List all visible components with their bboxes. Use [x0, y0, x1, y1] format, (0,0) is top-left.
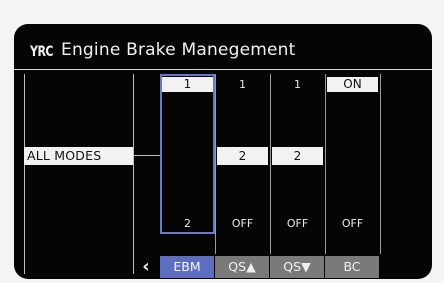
tab-qs-up[interactable]: QS▲ — [215, 256, 269, 278]
mode-connector — [133, 155, 160, 156]
bc-bottom-value[interactable]: OFF — [327, 216, 378, 231]
display-screen: YRC Engine Brake Manegement ALL MODES 1 … — [14, 24, 432, 279]
page-title: Engine Brake Manegement — [61, 40, 296, 60]
mode-rail — [133, 74, 134, 274]
column-divider — [270, 74, 271, 254]
header: YRC Engine Brake Manegement — [30, 40, 295, 60]
function-tabs: EBM QS▲ QS▼ BC — [160, 256, 380, 278]
qs-up-top-value[interactable]: 1 — [217, 77, 268, 92]
qs-down-bottom-value[interactable]: OFF — [272, 216, 323, 231]
yrc-logo: YRC — [30, 43, 54, 60]
chevron-left-icon[interactable]: ‹ — [138, 256, 154, 278]
left-rail — [24, 74, 25, 274]
column-divider — [215, 74, 216, 254]
qs-down-top-value[interactable]: 1 — [272, 77, 323, 92]
qs-down-mode-value[interactable]: 2 — [272, 147, 323, 165]
column-divider — [325, 74, 326, 254]
column-divider — [380, 74, 381, 254]
qs-up-bottom-value[interactable]: OFF — [217, 216, 268, 231]
mode-label[interactable]: ALL MODES — [24, 147, 133, 165]
qs-up-mode-value[interactable]: 2 — [217, 147, 268, 165]
selected-column-frame — [160, 74, 215, 234]
tab-ebm[interactable]: EBM — [160, 256, 214, 278]
tab-qs-down[interactable]: QS▼ — [270, 256, 324, 278]
bc-top-value[interactable]: ON — [327, 77, 378, 92]
tab-bc[interactable]: BC — [325, 256, 379, 278]
header-divider — [14, 69, 432, 70]
